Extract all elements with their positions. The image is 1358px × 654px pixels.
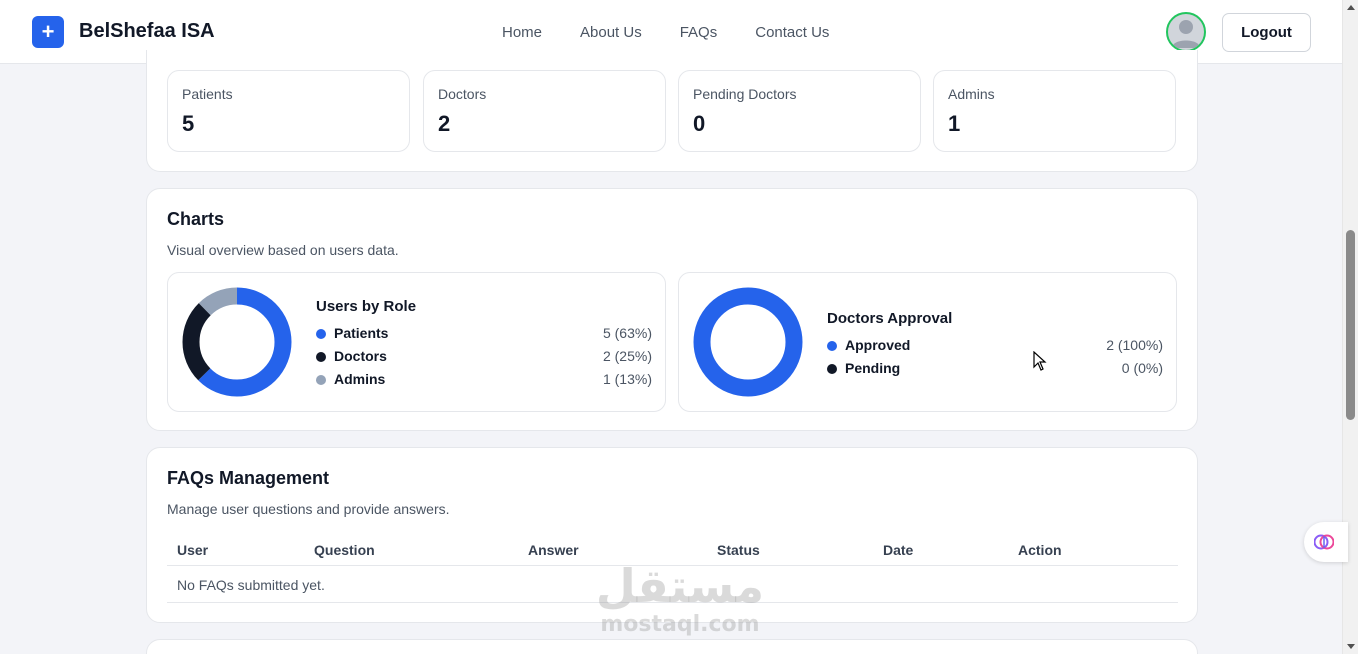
legend-value: 2 (100%): [1106, 337, 1163, 353]
donut-slice-approved: [693, 287, 803, 397]
nav-link-faqs[interactable]: FAQs: [680, 24, 718, 41]
legend-value: 2 (25%): [602, 348, 652, 364]
mostaql-watermark: مستقل mostaql.com: [590, 560, 770, 638]
stat-pending-doctors: Pending Doctors 0: [678, 70, 921, 152]
legend-dot: [316, 375, 326, 385]
stat-label: Admins: [948, 86, 995, 102]
legend-dot: [316, 329, 326, 339]
logout-button[interactable]: Logout: [1222, 13, 1311, 52]
nav-link-contact-us[interactable]: Contact Us: [755, 24, 829, 41]
nav-link-home[interactable]: Home: [502, 24, 542, 41]
nav-links: Home About Us FAQs Contact Us: [502, 24, 867, 41]
stat-value: 1: [948, 111, 961, 136]
legend-dot: [316, 352, 326, 362]
stat-admins: Admins 1: [933, 70, 1176, 152]
doctors-approval-chart: Doctors Approval Approved 2 (100%) Pendi…: [678, 272, 1177, 412]
chart-title: Users by Role: [316, 298, 417, 315]
legend-dot: [827, 341, 837, 351]
watermark-latin: mostaql.com: [600, 612, 760, 637]
column-header-question: Question: [314, 542, 375, 558]
stat-doctors: Doctors 2: [423, 70, 666, 152]
column-header-user: User: [177, 542, 209, 558]
stat-label: Pending Doctors: [693, 86, 797, 102]
doctors-approval-donut: [693, 287, 803, 397]
legend-value: 0 (0%): [1121, 360, 1163, 376]
column-header-status: Status: [717, 542, 760, 558]
legend-label: Patients: [334, 325, 389, 341]
column-header-action: Action: [1018, 542, 1062, 558]
legend-label: Approved: [845, 337, 911, 353]
stat-value: 2: [438, 111, 451, 136]
legend-item: Doctors 2 (25%): [316, 348, 652, 366]
brand-name[interactable]: BelShefaa ISA: [79, 20, 215, 43]
stat-value: 0: [693, 111, 706, 136]
next-section-card: [146, 639, 1198, 654]
charts-card: Charts Visual overview based on users da…: [146, 188, 1198, 431]
brain-icon: [1314, 534, 1334, 550]
watermark-arabic: مستقل: [595, 559, 765, 613]
chart-title: Doctors Approval: [827, 310, 953, 327]
scroll-down-arrow-icon[interactable]: [1347, 644, 1355, 649]
legend-value: 1 (13%): [602, 371, 652, 387]
stat-value: 5: [182, 111, 195, 136]
scrollbar-thumb[interactable]: [1346, 230, 1355, 420]
users-by-role-chart: Users by Role Patients 5 (63%) Doctors 2…: [167, 272, 666, 412]
legend-item: Admins 1 (13%): [316, 371, 652, 389]
legend-label: Admins: [334, 371, 386, 387]
stats-card: Patients 5 Doctors 2 Pending Doctors 0 A…: [146, 50, 1198, 172]
column-header-date: Date: [883, 542, 914, 558]
empty-state-text: No FAQs submitted yet.: [177, 577, 325, 593]
scroll-up-arrow-icon[interactable]: [1347, 5, 1355, 10]
column-header-answer: Answer: [528, 542, 579, 558]
legend-item: Patients 5 (63%): [316, 325, 652, 343]
nav-link-about-us[interactable]: About Us: [580, 24, 642, 41]
brand-plus-icon[interactable]: +: [32, 16, 64, 48]
legend-item: Pending 0 (0%): [827, 360, 1163, 378]
charts-subtitle: Visual overview based on users data.: [167, 242, 399, 258]
stat-label: Patients: [182, 86, 233, 102]
legend-label: Pending: [845, 360, 901, 376]
legend-dot: [827, 364, 837, 374]
legend-value: 5 (63%): [602, 325, 652, 341]
charts-title: Charts: [167, 209, 225, 229]
stat-label: Doctors: [438, 86, 487, 102]
user-avatar-icon[interactable]: [1166, 12, 1206, 52]
faqs-subtitle: Manage user questions and provide answer…: [167, 501, 450, 517]
stat-patients: Patients 5: [167, 70, 410, 152]
legend-label: Doctors: [334, 348, 387, 364]
legend-item: Approved 2 (100%): [827, 337, 1163, 355]
floating-assistant-button[interactable]: [1304, 522, 1348, 562]
users-by-role-donut: [182, 287, 292, 397]
faqs-title: FAQs Management: [167, 468, 330, 488]
mouse-cursor-icon: [1033, 351, 1047, 371]
